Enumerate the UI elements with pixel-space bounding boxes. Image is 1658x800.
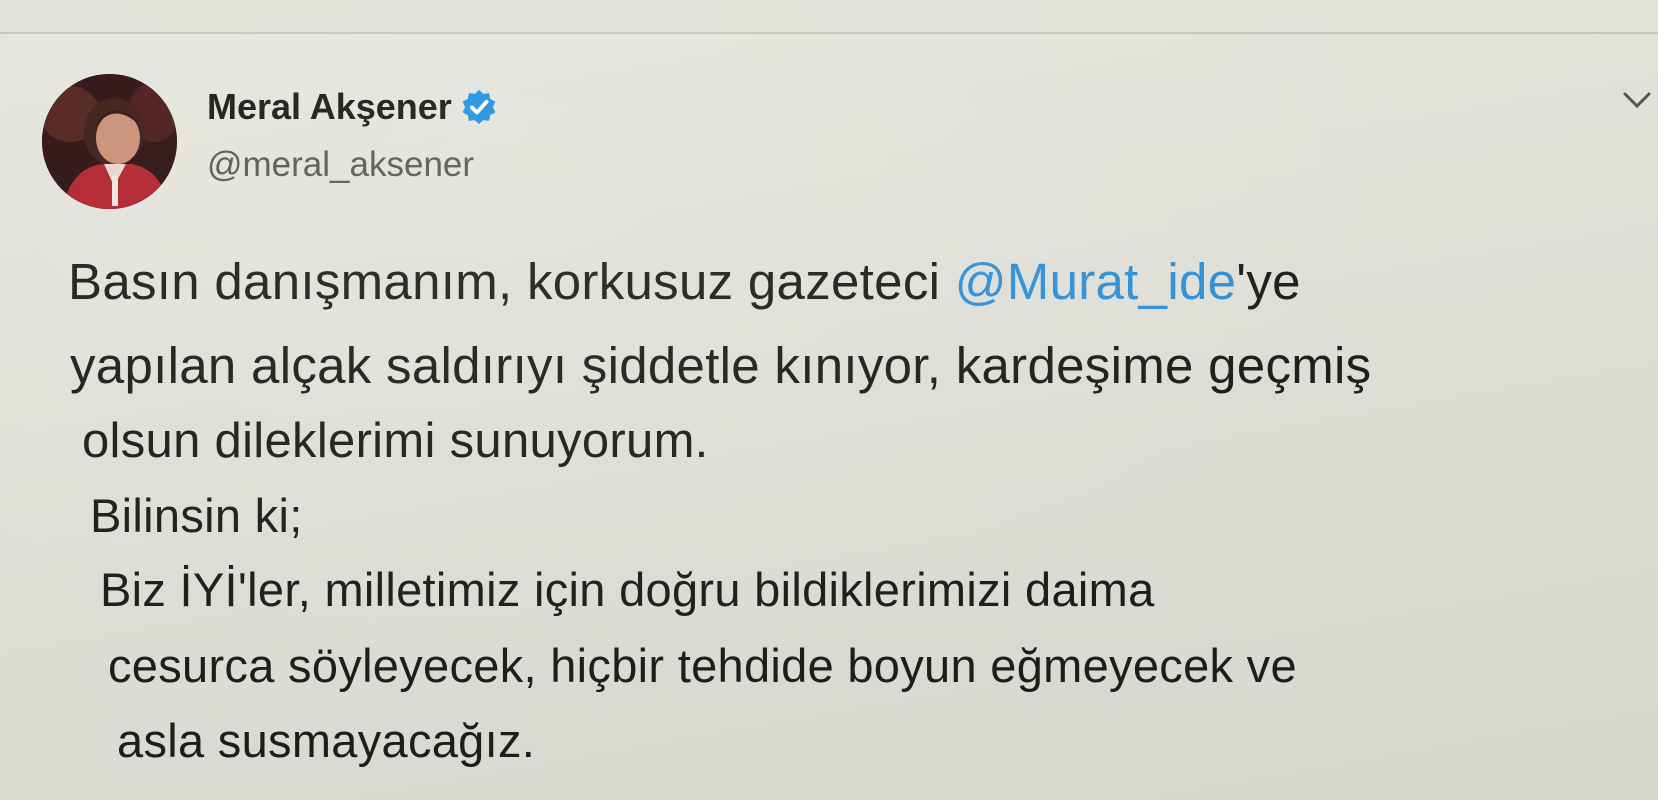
tweet-text-segment: Basın danışmanım, korkusuz gazeteci	[68, 253, 955, 310]
mention-link[interactable]: @Murat_ide	[955, 253, 1237, 310]
tweet-text-line-1: Basın danışmanım, korkusuz gazeteci @Mur…	[68, 252, 1301, 311]
tweet-text-line-6: cesurca söyleyecek, hiçbir tehdide boyun…	[108, 639, 1297, 692]
chevron-down-icon[interactable]	[1622, 88, 1652, 112]
verified-badge-icon	[460, 88, 498, 126]
tweet-text-line-5: Biz İYİ'ler, milletimiz için doğru bildi…	[100, 563, 1155, 616]
avatar[interactable]	[42, 74, 177, 209]
tweet-text-line-4: Bilinsin ki;	[90, 489, 303, 542]
tweet-screen: Meral Akşener @meral_aksener Basın danış…	[0, 0, 1658, 800]
author-display-name[interactable]: Meral Akşener	[207, 86, 498, 128]
tweet-text-segment: 'ye	[1236, 253, 1301, 310]
avatar-photo-icon	[42, 74, 177, 209]
top-divider	[0, 0, 1658, 34]
display-name-text: Meral Akşener	[207, 86, 452, 127]
author-handle[interactable]: @meral_aksener	[207, 145, 474, 185]
tweet-text-line-3: olsun dileklerimi sunuyorum.	[82, 414, 709, 468]
tweet-text-line-2: yapılan alçak saldırıyı şiddetle kınıyor…	[70, 337, 1372, 394]
tweet-text-line-7: asla susmayacağız.	[117, 714, 536, 767]
